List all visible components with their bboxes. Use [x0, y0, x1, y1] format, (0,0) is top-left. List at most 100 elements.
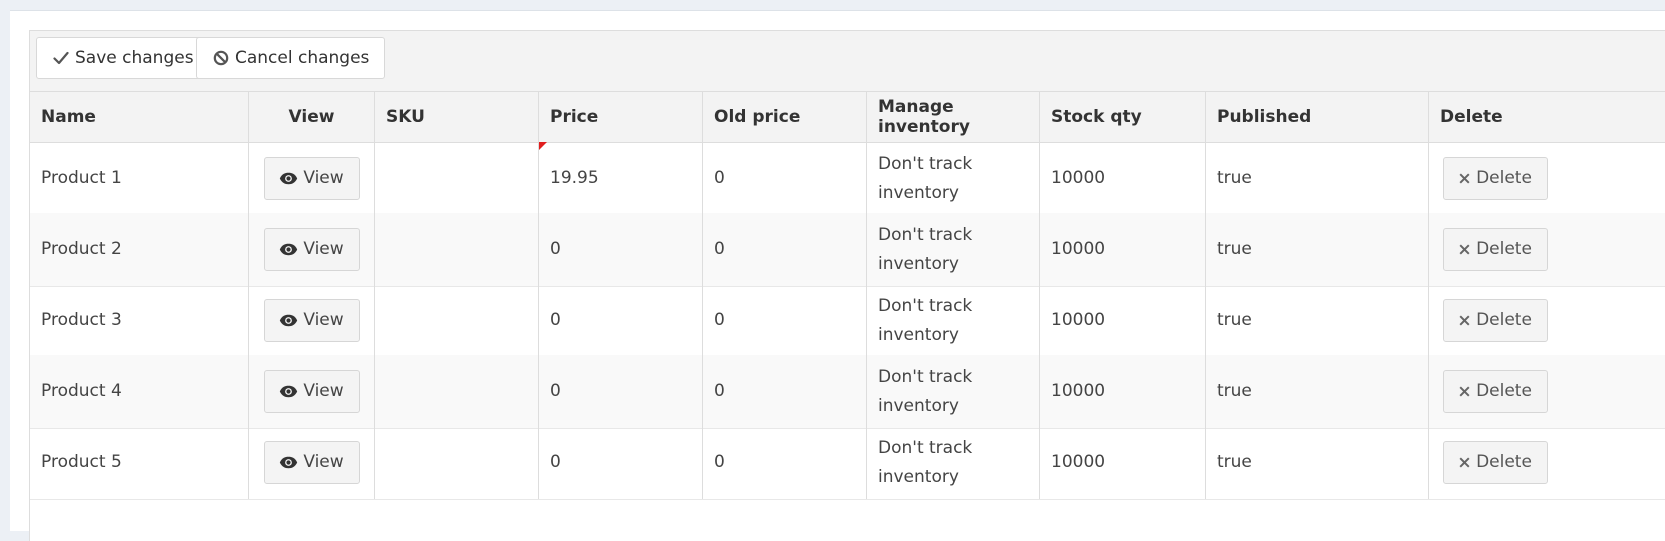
view-button[interactable]: View: [263, 228, 360, 271]
product-manage-inventory: Don't track inventory: [878, 295, 973, 345]
product-published: true: [1217, 381, 1252, 401]
grid-header: Name View SKU Price Old price Manage inv…: [30, 92, 1665, 143]
product-price: 0: [550, 310, 561, 330]
delete-button[interactable]: Delete: [1443, 370, 1548, 413]
table-row: Product 2 View 0 0 Don't track inventory…: [30, 213, 1665, 287]
column-header-view[interactable]: View: [249, 92, 375, 142]
product-manage-inventory: Don't track inventory: [878, 224, 973, 274]
cell-published[interactable]: true: [1206, 213, 1429, 286]
grid-toolbar: Save changes Cancel changes: [30, 31, 1665, 92]
save-changes-button[interactable]: Save changes: [36, 37, 210, 79]
product-name: Product 1: [41, 168, 122, 188]
cell-delete: Delete: [1429, 142, 1665, 215]
cell-stock-qty[interactable]: 10000: [1040, 213, 1206, 286]
ban-icon: [213, 50, 229, 66]
column-header-sku[interactable]: SKU: [375, 92, 539, 142]
delete-label: Delete: [1476, 239, 1532, 259]
product-stock-qty: 10000: [1051, 310, 1106, 330]
table-row: Product 4 View 0 0 Don't track inventory…: [30, 355, 1665, 429]
cell-delete: Delete: [1429, 426, 1665, 499]
eye-icon: [280, 385, 298, 398]
times-icon: [1459, 173, 1470, 184]
column-header-manage-inventory[interactable]: Manage inventory: [867, 92, 1040, 142]
column-header-name[interactable]: Name: [30, 92, 249, 142]
times-icon: [1459, 315, 1470, 326]
cell-stock-qty[interactable]: 10000: [1040, 355, 1206, 428]
cell-name[interactable]: Product 5: [30, 426, 249, 499]
cell-manage-inventory[interactable]: Don't track inventory: [867, 213, 1040, 286]
cell-sku[interactable]: [375, 142, 539, 215]
product-old-price: 0: [714, 168, 725, 188]
cell-manage-inventory[interactable]: Don't track inventory: [867, 284, 1040, 357]
cell-name[interactable]: Product 4: [30, 355, 249, 428]
cell-price[interactable]: 0: [539, 284, 703, 357]
cell-price[interactable]: 0: [539, 355, 703, 428]
cell-stock-qty[interactable]: 10000: [1040, 426, 1206, 499]
cancel-changes-button[interactable]: Cancel changes: [196, 37, 386, 79]
cell-view: View: [249, 284, 375, 357]
cell-stock-qty[interactable]: 10000: [1040, 142, 1206, 215]
view-label: View: [303, 381, 344, 401]
cell-old-price[interactable]: 0: [703, 355, 867, 428]
product-old-price: 0: [714, 310, 725, 330]
delete-button[interactable]: Delete: [1443, 441, 1548, 484]
cell-price[interactable]: 0: [539, 213, 703, 286]
cell-old-price[interactable]: 0: [703, 142, 867, 215]
cell-price[interactable]: 0: [539, 426, 703, 499]
view-button[interactable]: View: [263, 299, 360, 342]
cell-view: View: [249, 426, 375, 499]
product-published: true: [1217, 168, 1252, 188]
cell-stock-qty[interactable]: 10000: [1040, 284, 1206, 357]
column-header-stock-qty[interactable]: Stock qty: [1040, 92, 1206, 142]
cell-sku[interactable]: [375, 284, 539, 357]
delete-button[interactable]: Delete: [1443, 157, 1548, 200]
delete-label: Delete: [1476, 310, 1532, 330]
check-icon: [53, 51, 69, 65]
cell-published[interactable]: true: [1206, 426, 1429, 499]
eye-icon: [280, 172, 298, 185]
cell-price[interactable]: 19.95: [539, 142, 703, 215]
times-icon: [1459, 386, 1470, 397]
eye-icon: [280, 243, 298, 256]
cell-published[interactable]: true: [1206, 142, 1429, 215]
product-price: 19.95: [550, 168, 599, 188]
view-label: View: [303, 310, 344, 330]
cell-old-price[interactable]: 0: [703, 284, 867, 357]
delete-button[interactable]: Delete: [1443, 228, 1548, 271]
product-name: Product 5: [41, 452, 122, 472]
cancel-changes-label: Cancel changes: [235, 48, 370, 68]
cell-view: View: [249, 213, 375, 286]
delete-label: Delete: [1476, 381, 1532, 401]
view-button[interactable]: View: [263, 157, 360, 200]
product-stock-qty: 10000: [1051, 452, 1106, 472]
column-header-old-price[interactable]: Old price: [703, 92, 867, 142]
view-button[interactable]: View: [263, 441, 360, 484]
cell-published[interactable]: true: [1206, 355, 1429, 428]
cell-old-price[interactable]: 0: [703, 213, 867, 286]
view-button[interactable]: View: [263, 370, 360, 413]
cell-manage-inventory[interactable]: Don't track inventory: [867, 426, 1040, 499]
delete-button[interactable]: Delete: [1443, 299, 1548, 342]
cell-old-price[interactable]: 0: [703, 426, 867, 499]
cell-name[interactable]: Product 1: [30, 142, 249, 215]
cell-manage-inventory[interactable]: Don't track inventory: [867, 355, 1040, 428]
cell-name[interactable]: Product 2: [30, 213, 249, 286]
cell-sku[interactable]: [375, 213, 539, 286]
cell-view: View: [249, 142, 375, 215]
product-name: Product 2: [41, 239, 122, 259]
cell-sku[interactable]: [375, 355, 539, 428]
column-header-published[interactable]: Published: [1206, 92, 1429, 142]
product-price: 0: [550, 381, 561, 401]
cell-published[interactable]: true: [1206, 284, 1429, 357]
dirty-cell-marker: [539, 142, 547, 150]
column-header-delete[interactable]: Delete: [1429, 92, 1665, 142]
cell-name[interactable]: Product 3: [30, 284, 249, 357]
column-header-price[interactable]: Price: [539, 92, 703, 142]
delete-label: Delete: [1476, 168, 1532, 188]
product-stock-qty: 10000: [1051, 239, 1106, 259]
cell-manage-inventory[interactable]: Don't track inventory: [867, 142, 1040, 215]
product-price: 0: [550, 452, 561, 472]
product-name: Product 3: [41, 310, 122, 330]
cell-sku[interactable]: [375, 426, 539, 499]
products-grid: Save changes Cancel changes Name View SK…: [29, 30, 1665, 541]
